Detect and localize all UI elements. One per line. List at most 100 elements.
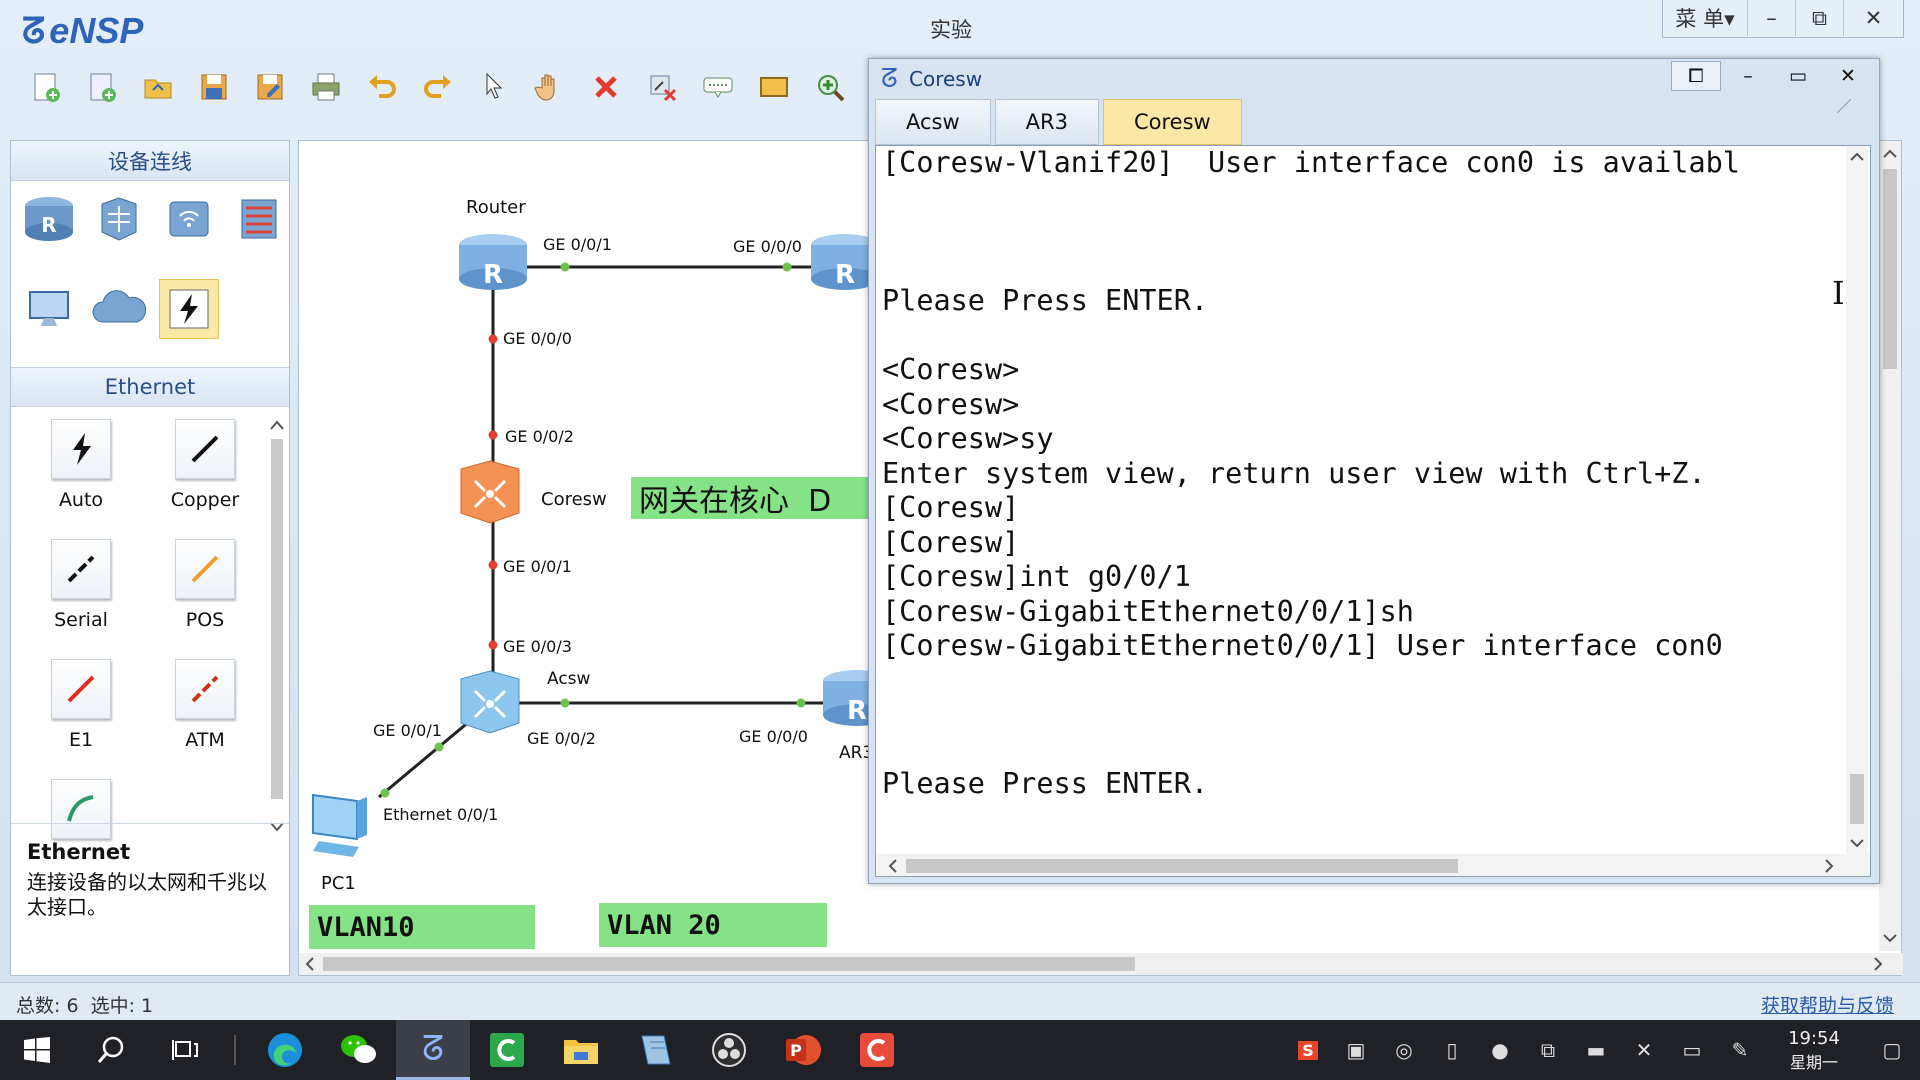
cable-label: POS: [185, 609, 225, 631]
pen-icon[interactable]: ✎: [1716, 1020, 1764, 1080]
volume-muted-icon[interactable]: ✕: [1620, 1020, 1668, 1080]
gateway-label[interactable]: 网关在核心 D: [631, 477, 875, 519]
port-label: GE 0/0/0: [739, 727, 808, 746]
notes-app-icon[interactable]: [618, 1020, 692, 1080]
open-icon[interactable]: [132, 65, 184, 109]
canvas-vscrollbar[interactable]: [1879, 141, 1901, 951]
cable-auto[interactable]: Auto: [21, 419, 141, 511]
copper-cable-icon: [175, 419, 235, 479]
search-icon[interactable]: [74, 1020, 148, 1080]
wireless-category-icon[interactable]: [159, 189, 219, 249]
terminal-title-bar: ᘔ Coresw ⧠ – ▭ ✕: [869, 59, 1881, 99]
battery-icon[interactable]: ▬: [1572, 1020, 1620, 1080]
sogou-input-icon[interactable]: S: [1284, 1020, 1332, 1080]
close-button[interactable]: ✕: [1843, 0, 1903, 36]
file-explorer-icon[interactable]: [544, 1020, 618, 1080]
zoom-in-icon[interactable]: [804, 65, 856, 109]
redo-icon[interactable]: [412, 65, 464, 109]
info-description: 连接设备的以太网和千兆以太接口。: [27, 870, 267, 919]
network-icon[interactable]: ▭: [1668, 1020, 1716, 1080]
rectangle-icon[interactable]: [748, 65, 800, 109]
tab-ar3[interactable]: AR3: [994, 99, 1099, 145]
camtasia-icon[interactable]: [470, 1020, 544, 1080]
vlan10-label[interactable]: VLAN10: [309, 905, 535, 949]
undo-icon[interactable]: [356, 65, 408, 109]
terminal-maximize-button[interactable]: ▭: [1775, 61, 1821, 91]
screen-record-icon[interactable]: ▣: [1332, 1020, 1380, 1080]
title-bar: ᘔ eNSP 实验 菜 单▾ – ⧉ ✕: [0, 0, 1920, 60]
svg-text:R: R: [483, 260, 503, 290]
edge-browser-icon[interactable]: [248, 1020, 322, 1080]
save-as-icon[interactable]: [244, 65, 296, 109]
console-hscrollbar[interactable]: [876, 854, 1870, 876]
text-icon[interactable]: [692, 65, 744, 109]
start-button[interactable]: [0, 1020, 74, 1080]
menu-button[interactable]: 菜 单▾: [1663, 0, 1747, 36]
clock[interactable]: 19:54 星期一: [1764, 1020, 1864, 1080]
device-panel: 设备连线 R Ethernet Auto Copper Serial POS E…: [10, 140, 290, 976]
cable-copper[interactable]: Copper: [145, 419, 265, 511]
canvas-hscrollbar[interactable]: [299, 953, 1903, 975]
help-feedback-link[interactable]: 获取帮助与反馈: [1761, 991, 1894, 1018]
cable-label: ATM: [185, 729, 225, 751]
usb-icon[interactable]: ▯: [1428, 1020, 1476, 1080]
terminal-minimize-button[interactable]: –: [1725, 61, 1771, 91]
cable-atm[interactable]: ATM: [145, 659, 265, 751]
windows-taskbar: ᘔ P S ▣ ◎ ▯ ● ⧉ ▬ ✕ ▭ ✎ 19:54 星期一 ▢: [0, 1020, 1920, 1080]
save-icon[interactable]: [188, 65, 240, 109]
acsw-icon[interactable]: [455, 669, 525, 735]
cable-serial[interactable]: Serial: [21, 539, 141, 631]
select-icon[interactable]: [468, 65, 520, 109]
ensp-logo-icon: ᘔ: [881, 64, 898, 94]
terminal-window: ᘔ Coresw ⧠ – ▭ ✕ Acsw AR3 Coresw [Coresw…: [868, 58, 1880, 884]
cable-label: Auto: [58, 489, 104, 511]
delete-link-icon[interactable]: [636, 65, 688, 109]
port-label: GE 0/0/0: [503, 329, 572, 348]
print-icon[interactable]: [300, 65, 352, 109]
console-output: [Coresw-Vlanif20] User interface con0 is…: [882, 146, 1740, 800]
pan-hand-icon[interactable]: [524, 65, 576, 109]
notification-icon[interactable]: ▢: [1864, 1020, 1920, 1080]
switch-category-icon[interactable]: [89, 189, 149, 249]
router-category-icon[interactable]: R: [19, 189, 79, 249]
svg-text:R: R: [847, 696, 867, 726]
window-icon[interactable]: ⧉: [1524, 1020, 1572, 1080]
terminal-close-button[interactable]: ✕: [1825, 61, 1871, 91]
wechat-icon[interactable]: [322, 1020, 396, 1080]
pc1-icon[interactable]: [299, 789, 381, 865]
serial-cable-icon: [51, 539, 111, 599]
terminal-restore-icon[interactable]: ⧠: [1671, 61, 1721, 91]
recorder-app-icon[interactable]: [840, 1020, 914, 1080]
task-view-icon[interactable]: [148, 1020, 222, 1080]
pc-category-icon[interactable]: [19, 279, 79, 339]
restore-button[interactable]: ⧉: [1795, 0, 1843, 36]
new-lab-icon[interactable]: [76, 65, 128, 109]
router-icon[interactable]: R: [455, 231, 531, 297]
app-name: eNSP: [49, 10, 144, 51]
delete-icon[interactable]: [580, 65, 632, 109]
coresw-icon[interactable]: [455, 459, 525, 525]
tab-coresw[interactable]: Coresw: [1103, 99, 1242, 145]
ensp-taskbar-icon[interactable]: ᘔ: [396, 1020, 470, 1080]
vlan20-label[interactable]: VLAN 20: [599, 903, 827, 947]
obs-studio-icon[interactable]: [692, 1020, 766, 1080]
cable-e1[interactable]: E1: [21, 659, 141, 751]
microphone-icon[interactable]: ●: [1476, 1020, 1524, 1080]
svg-text:R: R: [41, 213, 56, 237]
cable-pos[interactable]: POS: [145, 539, 265, 631]
cable-category-icon[interactable]: [159, 279, 219, 339]
obs-tray-icon[interactable]: ◎: [1380, 1020, 1428, 1080]
tab-acsw[interactable]: Acsw: [875, 99, 991, 145]
svg-text:P: P: [790, 1041, 802, 1060]
clock-day: 星期一: [1789, 1052, 1838, 1072]
new-topology-icon[interactable]: [20, 65, 72, 109]
console-vscrollbar[interactable]: [1846, 146, 1868, 854]
minimize-button[interactable]: –: [1747, 0, 1795, 36]
firewall-category-icon[interactable]: [229, 189, 289, 249]
window-title: 实验: [930, 18, 972, 42]
cable-list-scrollbar[interactable]: [267, 413, 287, 841]
powerpoint-icon[interactable]: P: [766, 1020, 840, 1080]
cloud-category-icon[interactable]: [89, 279, 149, 339]
terminal-console[interactable]: [Coresw-Vlanif20] User interface con0 is…: [875, 145, 1871, 877]
terminal-title: Coresw: [909, 67, 983, 91]
